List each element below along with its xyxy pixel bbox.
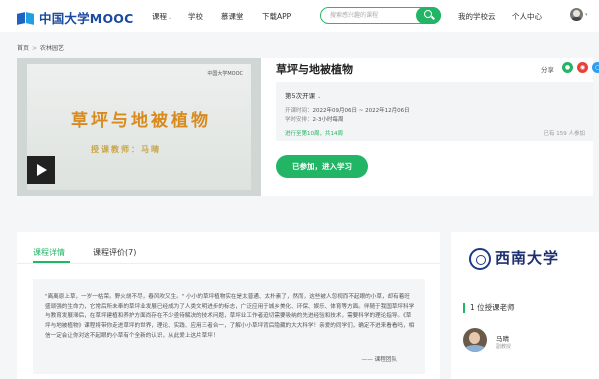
weibo-icon[interactable]: ◉ — [577, 62, 588, 73]
course-intro-text: "离离原上草，一岁一枯荣。野火烧不尽，春风吹又生。" 小小的草坪植物实在是太普通… — [45, 294, 415, 339]
university-panel: 西南大学 1 位授课老师 马晴 副教授 — [451, 232, 599, 379]
nav-download-app[interactable]: 下载APP — [262, 11, 291, 22]
course-term-info: 第5次开课 ⌄ 开课时间：2022年09月06日 ~ 2022年12月06日 学时… — [276, 82, 593, 141]
video-cover-title: 草坪与地被植物 — [71, 111, 211, 131]
teacher-name[interactable]: 马晴 — [496, 333, 509, 343]
video-cover: 中国大学MOOC 草坪与地被植物 授课教师：马晴 — [27, 64, 251, 190]
nav-courses-label: 课程 — [152, 12, 167, 21]
video-cover-teacher: 授课教师：马晴 — [91, 144, 161, 154]
teacher-avatar[interactable] — [463, 328, 487, 352]
university-seal-icon[interactable] — [469, 248, 491, 270]
share-label: 分享 — [541, 66, 554, 74]
course-title: 草坪与地被植物 — [276, 63, 353, 76]
start-time: 开课时间：2022年09月06日 ~ 2022年12月06日 — [285, 106, 410, 114]
tab-divider — [17, 263, 440, 264]
teacher-count-heading: 1 位授课老师 — [463, 303, 515, 313]
start-time-label: 开课时间： — [285, 108, 313, 114]
university-name[interactable]: 西南大学 — [495, 247, 559, 268]
tab-course-detail[interactable]: 课程详情 — [33, 247, 65, 258]
course-video-player[interactable]: 中国大学MOOC 草坪与地被植物 授课教师：马晴 — [17, 58, 261, 196]
teacher-role: 副教授 — [496, 344, 512, 350]
breadcrumb-separator-icon: > — [32, 45, 38, 52]
nav-courses[interactable]: 课程⌄ — [152, 11, 172, 22]
book-logo-icon — [17, 11, 35, 25]
chevron-down-icon: ⌄ — [317, 94, 322, 100]
enrolled-count: 已有 159 人参加 — [543, 131, 586, 137]
wechat-icon[interactable]: ● — [562, 62, 573, 73]
intro-signature: —— 课程团队 — [361, 357, 397, 363]
course-progress-text: 进行至第10周，共14周 — [285, 131, 343, 137]
logo-text: 中国大学MOOC — [39, 11, 134, 26]
course-header-card: 中国大学MOOC 草坪与地被植物 授课教师：马晴 草坪与地被植物 分享 ● ◉ … — [17, 58, 599, 196]
breadcrumb-category[interactable]: 农林园艺 — [40, 45, 64, 52]
search-button[interactable] — [416, 7, 441, 24]
breadcrumb: 首页 > 农林园艺 — [17, 43, 64, 52]
personal-center-link[interactable]: 个人中心 — [512, 11, 542, 22]
schedule: 学时安排：2-3小时每周 — [285, 115, 344, 123]
term-selector[interactable]: 第5次开课 ⌄ — [285, 90, 321, 100]
user-avatar[interactable] — [570, 8, 583, 21]
search-bar — [320, 7, 441, 24]
breadcrumb-home[interactable]: 首页 — [17, 45, 29, 52]
site-logo[interactable]: 中国大学MOOC — [17, 8, 133, 27]
schedule-value: 2-3小时每周 — [312, 117, 344, 123]
course-detail-panel: 课程详情 课程评价(7) "离离原上草，一岁一枯荣。野火烧不尽，春风吹又生。" … — [17, 232, 440, 379]
search-input[interactable] — [330, 8, 415, 23]
chevron-down-icon: ⌄ — [168, 15, 173, 21]
tab-course-reviews[interactable]: 课程评价(7) — [93, 247, 136, 258]
course-intro-box: "离离原上草，一岁一枯荣。野火烧不尽，春风吹又生。" 小小的草坪植物实在是太普通… — [33, 279, 425, 374]
play-button-icon[interactable] — [27, 156, 55, 184]
enter-study-button[interactable]: 已参加，进入学习 — [276, 155, 368, 178]
qq-icon[interactable]: ○ — [592, 62, 599, 73]
term-label: 第5次开课 — [285, 92, 316, 100]
my-school-cloud-link[interactable]: 我的学校云 — [458, 11, 496, 22]
nav-mooc-classroom[interactable]: 慕课堂 — [221, 11, 244, 22]
video-watermark-logo: 中国大学MOOC — [207, 71, 243, 77]
top-navigation-bar: 中国大学MOOC 课程⌄ 学校 慕课堂 下载APP 我的学校云 个人中心 ▾ — [0, 0, 599, 32]
chevron-down-icon[interactable]: ▾ — [585, 12, 588, 18]
start-time-value: 2022年09月06日 ~ 2022年12月06日 — [312, 108, 410, 114]
nav-schools[interactable]: 学校 — [188, 11, 203, 22]
schedule-label: 学时安排： — [285, 117, 313, 123]
